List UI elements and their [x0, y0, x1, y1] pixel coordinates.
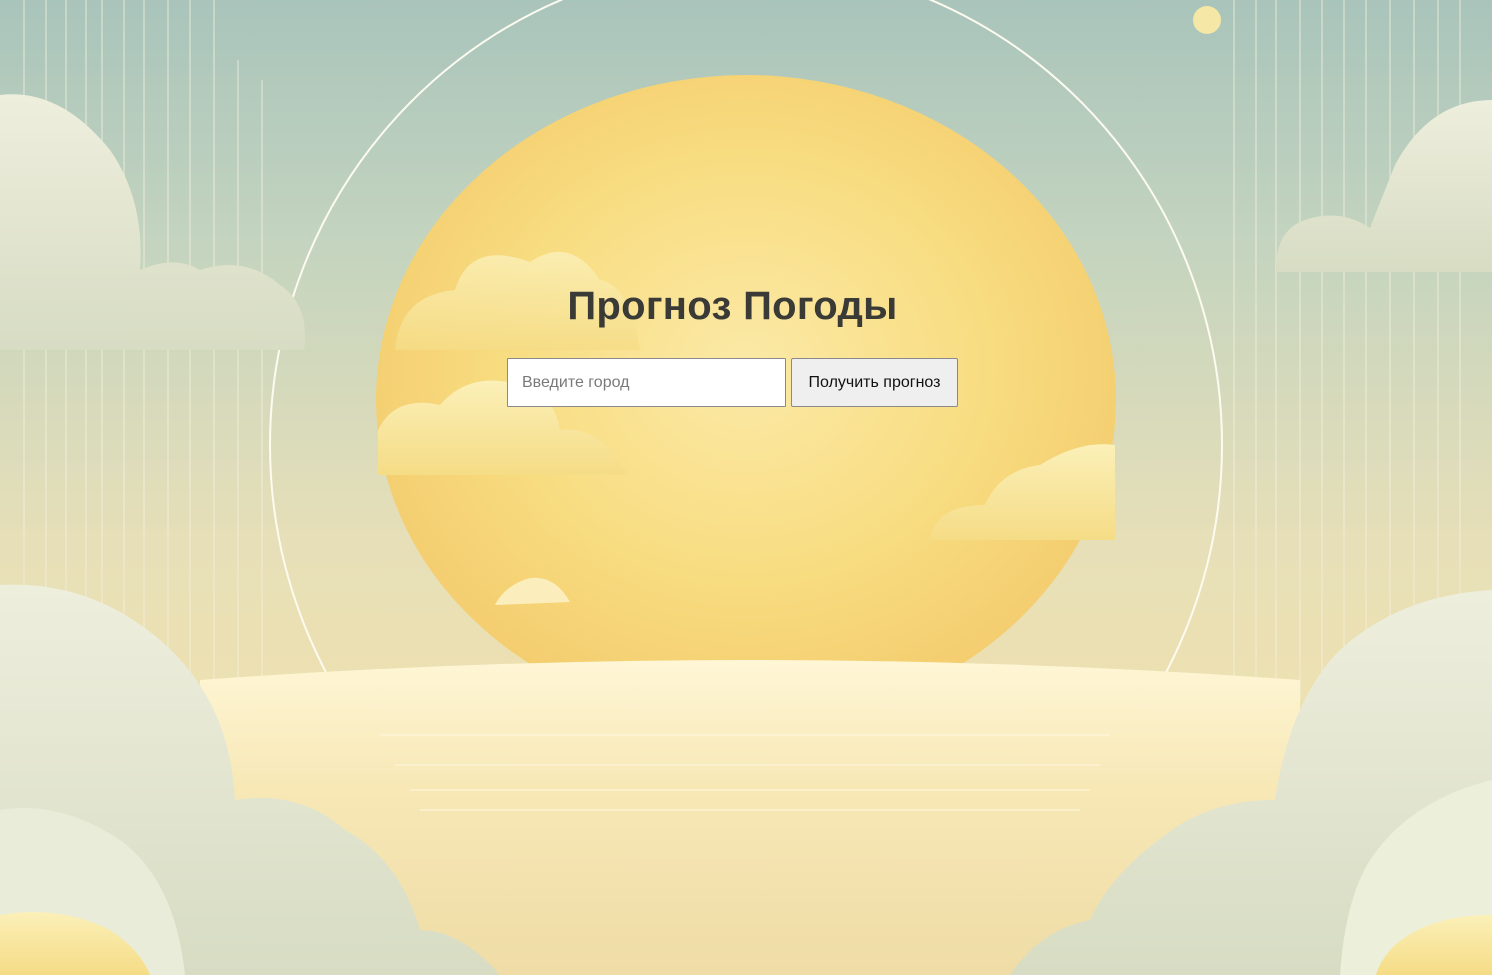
page-title: Прогноз Погоды [567, 284, 898, 328]
city-input[interactable] [507, 358, 786, 407]
main-content: Прогноз Погоды Получить прогноз [0, 0, 1492, 975]
city-search-form: Получить прогноз [507, 358, 958, 407]
get-forecast-button[interactable]: Получить прогноз [791, 358, 958, 407]
